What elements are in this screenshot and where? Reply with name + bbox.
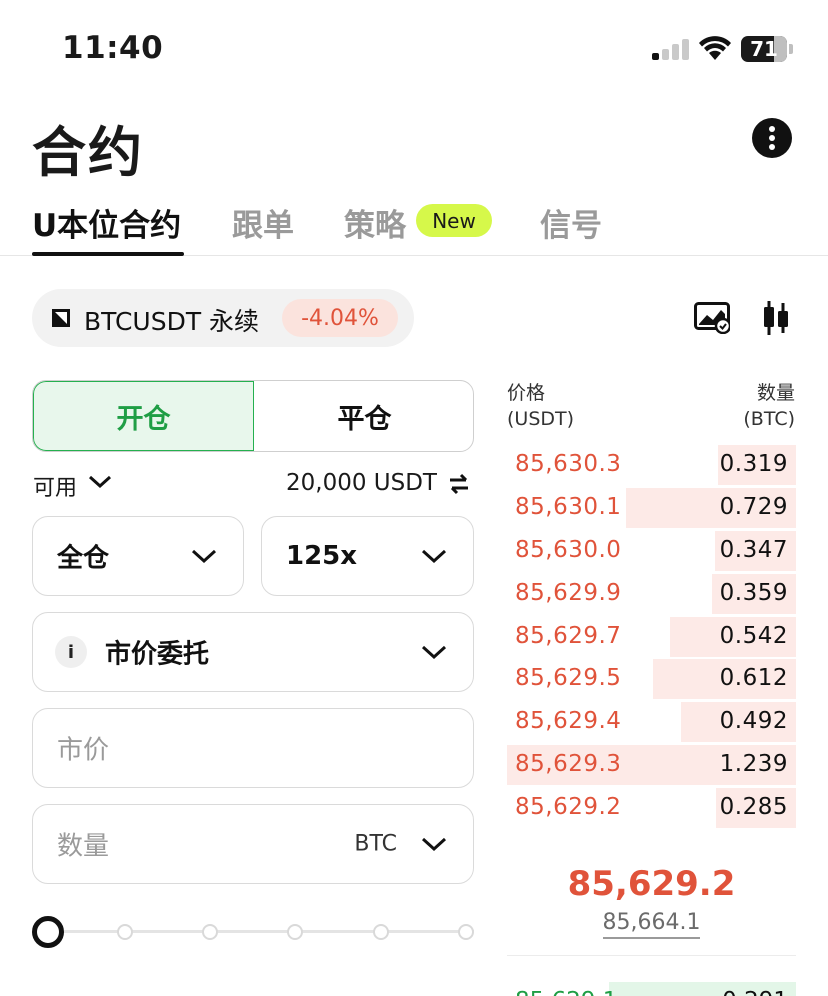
ask-row[interactable]: 85,629.7 0.542	[507, 617, 796, 657]
ask-price: 85,630.1	[515, 494, 622, 520]
quantity-unit-select[interactable]: BTC	[354, 832, 397, 857]
wifi-icon	[699, 36, 731, 60]
tab-copy-trading[interactable]: 跟单	[232, 200, 294, 245]
ask-price: 85,629.5	[515, 665, 622, 691]
ask-row[interactable]: 85,629.3 1.239	[507, 745, 796, 785]
chevron-down-icon	[191, 549, 217, 564]
margin-mode-select[interactable]: 全仓	[32, 516, 244, 596]
quantity-slider-handle[interactable]	[32, 916, 64, 948]
price-change-badge: -4.04%	[282, 299, 398, 337]
open-position-tab[interactable]: 开仓	[33, 381, 254, 451]
ask-qty: 0.492	[719, 708, 788, 734]
chevron-down-icon[interactable]	[421, 836, 447, 852]
bid-row[interactable]: 85,629.1 0.291	[507, 982, 796, 996]
mark-price-wrap: 85,664.1	[507, 910, 796, 939]
ask-row[interactable]: 85,629.4 0.492	[507, 702, 796, 742]
slider-step[interactable]	[117, 924, 133, 940]
ask-price: 85,629.4	[515, 708, 622, 734]
ask-qty: 0.612	[719, 665, 788, 691]
available-balance: 20,000 USDT	[286, 470, 437, 496]
ask-price: 85,630.3	[515, 451, 622, 477]
slider-step[interactable]	[458, 924, 474, 940]
symbol-name: BTCUSDT 永续	[84, 307, 260, 336]
order-book-price-header: 价格 (USDT)	[507, 380, 574, 432]
ask-qty: 0.359	[719, 580, 788, 606]
order-book-divider	[507, 955, 796, 956]
ask-price: 85,629.9	[515, 580, 622, 606]
leverage-value: 125x	[286, 541, 358, 571]
ask-row[interactable]: 85,630.3 0.319	[507, 445, 796, 485]
ask-qty: 0.347	[719, 537, 788, 563]
cellular-signal-icon	[652, 38, 690, 60]
ask-row[interactable]: 85,629.9 0.359	[507, 574, 796, 614]
price-placeholder: 市价	[57, 735, 110, 766]
ask-price: 85,629.2	[515, 794, 622, 820]
slider-step[interactable]	[287, 924, 303, 940]
ask-row[interactable]: 85,630.0 0.347	[507, 531, 796, 571]
ask-qty: 0.729	[719, 494, 788, 520]
ask-qty: 0.285	[719, 794, 788, 820]
more-options-button[interactable]	[752, 118, 792, 158]
leverage-select[interactable]: 125x	[261, 516, 474, 596]
last-price[interactable]: 85,629.2	[507, 864, 796, 904]
info-icon[interactable]: i	[55, 636, 87, 668]
chevron-down-icon	[421, 645, 447, 660]
slider-step[interactable]	[202, 924, 218, 940]
swap-icon[interactable]	[447, 472, 471, 496]
price-header-label: 价格	[507, 382, 546, 404]
ask-row[interactable]: 85,630.1 0.729	[507, 488, 796, 528]
symbol-logo-icon	[52, 309, 70, 327]
ask-row[interactable]: 85,629.5 0.612	[507, 659, 796, 699]
open-close-toggle: 开仓 平仓	[32, 380, 474, 452]
page-title: 合约	[32, 121, 144, 184]
tab-signals[interactable]: 信号	[540, 200, 602, 245]
order-book-qty-header: 数量 (BTC)	[743, 380, 795, 432]
bid-qty: 0.291	[722, 988, 788, 996]
ask-row[interactable]: 85,629.2 0.285	[507, 788, 796, 828]
ask-price: 85,629.3	[515, 751, 622, 777]
order-type-select[interactable]: i 市价委托	[32, 612, 474, 692]
price-input[interactable]: 市价	[32, 708, 474, 788]
slider-step[interactable]	[373, 924, 389, 940]
status-time: 11:40	[62, 30, 164, 66]
quantity-placeholder: 数量	[57, 831, 110, 862]
bid-price: 85,629.1	[515, 988, 617, 996]
ask-qty: 1.239	[719, 751, 788, 777]
tab-usdt-futures[interactable]: U本位合约	[32, 200, 181, 245]
margin-mode-value: 全仓	[57, 543, 110, 574]
battery-level: 71	[750, 37, 778, 61]
chevron-down-icon	[421, 549, 447, 564]
mark-price[interactable]: 85,664.1	[602, 910, 701, 939]
quantity-input[interactable]: 数量 BTC	[32, 804, 474, 884]
chevron-down-icon[interactable]	[88, 474, 112, 490]
ask-price: 85,629.7	[515, 623, 622, 649]
ask-price: 85,630.0	[515, 537, 622, 563]
tab-strategy[interactable]: 策略	[344, 200, 406, 245]
close-position-tab[interactable]: 平仓	[254, 381, 473, 451]
qty-header-unit: (BTC)	[743, 408, 795, 430]
price-header-unit: (USDT)	[507, 408, 575, 430]
qty-header-label: 数量	[756, 382, 795, 404]
active-tab-indicator	[32, 252, 184, 256]
battery-icon: 71	[741, 36, 787, 62]
order-type-value: 市价委托	[105, 639, 210, 670]
chart-icon[interactable]	[694, 302, 730, 334]
new-badge: New	[416, 204, 492, 237]
symbol-selector[interactable]: BTCUSDT 永续 -4.04%	[32, 289, 414, 347]
available-label[interactable]: 可用	[33, 470, 77, 502]
ask-qty: 0.319	[719, 451, 788, 477]
battery-cap	[789, 44, 793, 54]
tab-bar: U本位合约 跟单 策略 信号	[0, 196, 828, 256]
candlestick-icon[interactable]	[762, 300, 790, 336]
ask-qty: 0.542	[719, 623, 788, 649]
